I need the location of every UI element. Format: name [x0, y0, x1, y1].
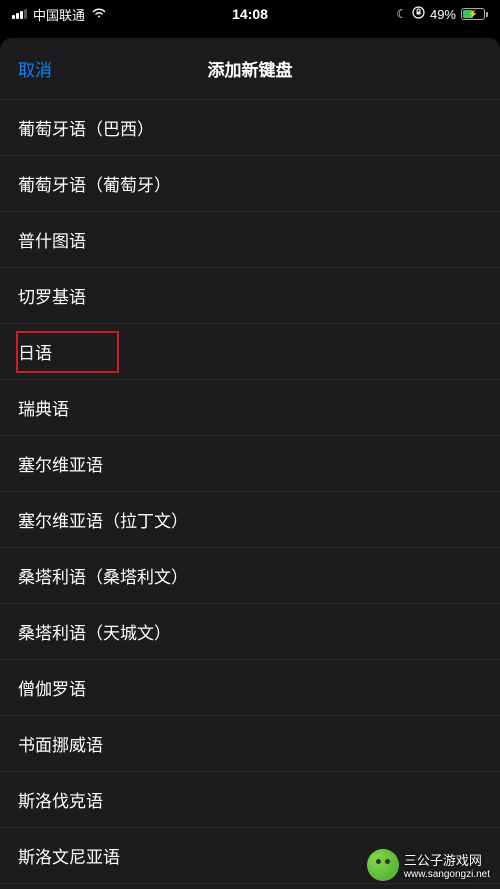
status-left: 中国联通	[12, 5, 107, 24]
modal-sheet: 取消 添加新键盘 葡萄牙语（巴西）葡萄牙语（葡萄牙）普什图语切罗基语日语瑞典语塞…	[0, 38, 500, 889]
battery-icon: ⚡	[461, 8, 488, 20]
list-item[interactable]: 桑塔利语（桑塔利文）	[0, 548, 500, 604]
watermark-logo-icon	[367, 849, 399, 881]
status-bar: 中国联通 14:08 ☾ 49% ⚡	[0, 0, 500, 28]
battery-percentage: 49%	[430, 7, 456, 22]
list-item[interactable]: 斯瓦希里语	[0, 884, 500, 889]
list-item[interactable]: 普什图语	[0, 212, 500, 268]
list-item[interactable]: 瑞典语	[0, 380, 500, 436]
signal-icon	[12, 9, 27, 19]
status-time: 14:08	[232, 6, 268, 22]
watermark: 三公子游戏网 www.sangongzi.net	[367, 849, 490, 881]
nav-bar: 取消 添加新键盘	[0, 38, 500, 100]
keyboard-language-list[interactable]: 葡萄牙语（巴西）葡萄牙语（葡萄牙）普什图语切罗基语日语瑞典语塞尔维亚语塞尔维亚语…	[0, 100, 500, 889]
cancel-button[interactable]: 取消	[0, 56, 70, 81]
list-item[interactable]: 桑塔利语（天城文）	[0, 604, 500, 660]
list-item[interactable]: 僧伽罗语	[0, 660, 500, 716]
orientation-lock-icon	[412, 6, 425, 22]
status-right: ☾ 49% ⚡	[396, 6, 488, 22]
list-item[interactable]: 切罗基语	[0, 268, 500, 324]
list-item[interactable]: 日语	[0, 324, 500, 380]
watermark-url: www.sangongzi.net	[404, 869, 490, 880]
nav-title: 添加新键盘	[208, 56, 293, 81]
list-item[interactable]: 塞尔维亚语	[0, 436, 500, 492]
list-item[interactable]: 斯洛伐克语	[0, 772, 500, 828]
watermark-title: 三公子游戏网	[404, 850, 490, 869]
wifi-icon	[91, 7, 107, 22]
list-item[interactable]: 塞尔维亚语（拉丁文）	[0, 492, 500, 548]
list-item[interactable]: 葡萄牙语（巴西）	[0, 100, 500, 156]
list-item[interactable]: 葡萄牙语（葡萄牙）	[0, 156, 500, 212]
list-item[interactable]: 书面挪威语	[0, 716, 500, 772]
carrier-label: 中国联通	[33, 5, 85, 24]
do-not-disturb-icon: ☾	[396, 7, 407, 21]
